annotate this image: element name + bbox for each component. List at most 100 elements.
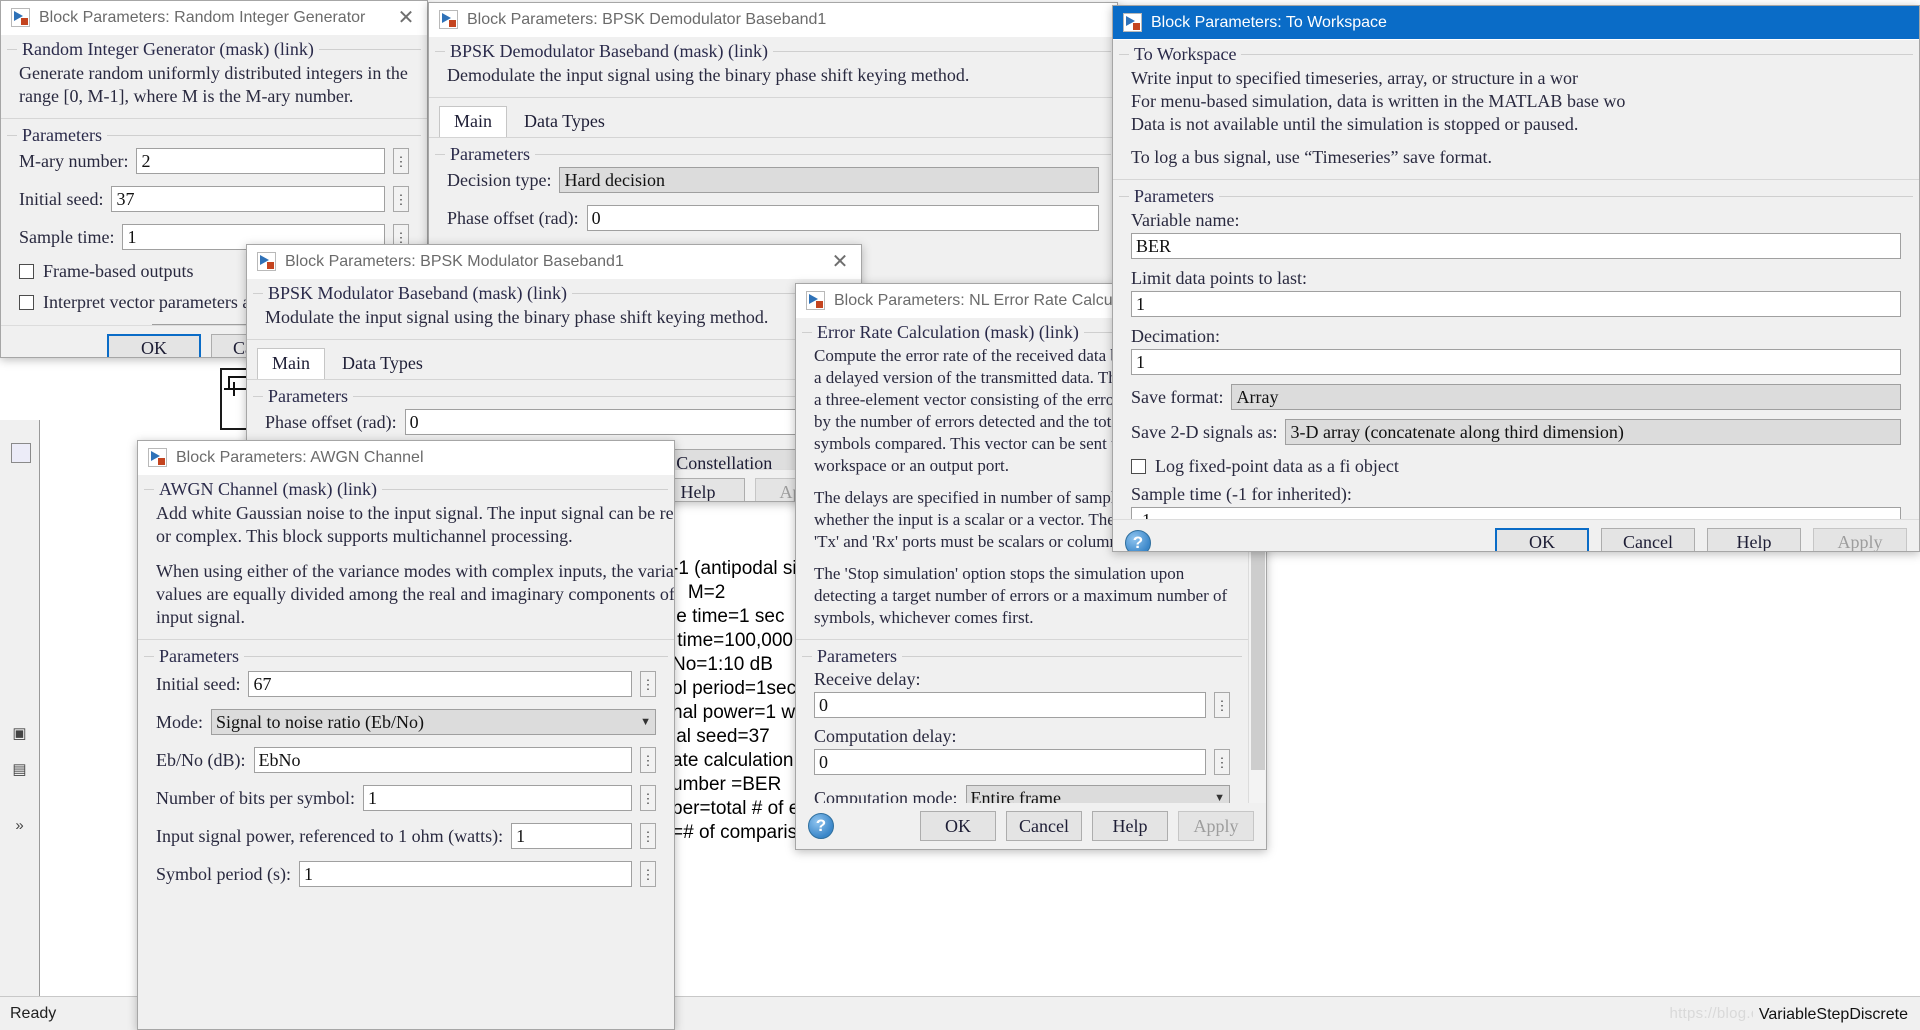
dialog-title: Block Parameters: To Workspace — [1151, 14, 1913, 32]
field-symbol-period[interactable]: Symbol period (s): 1 ⋮ — [144, 855, 668, 893]
phase-offset-input[interactable]: 0 — [587, 205, 1099, 231]
initial-seed-stepper[interactable]: ⋮ — [393, 186, 409, 212]
field-m-ary-number[interactable]: M-ary number: 2 ⋮ — [7, 146, 421, 180]
field-initial-seed[interactable]: Initial seed: 67 ⋮ — [144, 667, 668, 703]
mask-description: Demodulate the input signal using the bi… — [435, 62, 1111, 95]
titlebar-awgn[interactable]: Block Parameters: AWGN Channel — [138, 441, 674, 475]
checkbox-box[interactable] — [19, 295, 34, 310]
field-label: Initial seed: — [156, 674, 240, 695]
mask-group-title: Random Integer Generator (mask) (link) — [17, 39, 319, 60]
bits-per-symbol-input[interactable]: 1 — [363, 785, 632, 811]
simulink-block-icon — [806, 291, 825, 310]
titlebar-to-workspace[interactable]: Block Parameters: To Workspace — [1113, 6, 1919, 40]
tab-main[interactable]: Main — [257, 348, 325, 379]
checkbox-log-fixed-point[interactable]: Log fixed-point data as a fi object — [1119, 451, 1913, 482]
tab-data-types[interactable]: Data Types — [327, 348, 438, 379]
parameters-group: Parameters Variable name: BER Limit data… — [1119, 196, 1913, 539]
ok-button[interactable]: OK — [1495, 528, 1589, 553]
checkbox-label: Log fixed-point data as a fi object — [1155, 456, 1399, 477]
computation-delay-input[interactable]: 0 — [814, 749, 1206, 775]
limit-data-points-input[interactable]: 1 — [1131, 291, 1901, 317]
expand-panel-icon[interactable]: » — [7, 812, 33, 838]
mask-group: BPSK Modulator Baseband (mask) (link) Mo… — [253, 293, 855, 337]
decision-type-value: Hard decision — [564, 170, 664, 191]
save-snapshot-icon[interactable]: ▤ — [7, 756, 33, 782]
field-decimation[interactable]: 1 — [1119, 347, 1913, 381]
help-button[interactable]: Help — [1092, 811, 1168, 841]
titlebar-bpsk-mod[interactable]: Block Parameters: BPSK Modulator Baseban… — [247, 245, 861, 279]
help-icon[interactable]: ? — [808, 813, 834, 839]
symbol-period-stepper[interactable]: ⋮ — [640, 861, 656, 887]
receive-delay-stepper[interactable]: ⋮ — [1214, 692, 1230, 718]
field-initial-seed[interactable]: Initial seed: 37 ⋮ — [7, 180, 421, 218]
titlebar-bpsk-demod[interactable]: Block Parameters: BPSK Demodulator Baseb… — [429, 3, 1117, 37]
field-computation-delay[interactable]: 0 ⋮ — [802, 747, 1242, 781]
close-icon[interactable]: ✕ — [391, 4, 421, 32]
field-label: Sample time (-1 for inherited): — [1131, 484, 1352, 505]
checkbox-box[interactable] — [19, 264, 34, 279]
parameters-group-title: Parameters — [1129, 186, 1219, 207]
dialog-awgn-channel[interactable]: Block Parameters: AWGN Channel AWGN Chan… — [137, 440, 675, 1030]
ebno-input[interactable]: EbNo — [254, 747, 633, 773]
tab-strip[interactable]: Main Data Types — [247, 342, 861, 380]
decision-type-select[interactable]: Hard decision — [559, 167, 1099, 193]
field-limit-data-points[interactable]: 1 — [1119, 289, 1913, 323]
tab-data-types[interactable]: Data Types — [509, 106, 620, 137]
field-mode[interactable]: Mode: Signal to noise ratio (Eb/No) ▼ — [144, 703, 668, 741]
mode-select[interactable]: Signal to noise ratio (Eb/No) ▼ — [211, 709, 656, 735]
apply-button: Apply — [1178, 811, 1254, 841]
tab-main[interactable]: Main — [439, 106, 507, 137]
input-signal-power-stepper[interactable]: ⋮ — [640, 823, 656, 849]
field-decision-type[interactable]: Decision type: Hard decision — [435, 165, 1111, 199]
field-variable-name[interactable]: BER — [1119, 231, 1913, 265]
field-phase-offset[interactable]: Phase offset (rad): 0 — [253, 407, 855, 441]
titlebar-random-integer[interactable]: Block Parameters: Random Integer Generat… — [1, 1, 427, 35]
help-icon[interactable]: ? — [1125, 530, 1151, 553]
status-text: Ready — [0, 1005, 56, 1023]
camera-icon[interactable]: ▣ — [7, 720, 33, 746]
ok-button[interactable]: OK — [920, 811, 996, 841]
mask-group-title: To Workspace — [1129, 44, 1241, 65]
field-receive-delay[interactable]: 0 ⋮ — [802, 690, 1242, 724]
field-save-2d-signals[interactable]: Save 2-D signals as: 3-D array (concaten… — [1119, 416, 1913, 451]
field-input-signal-power[interactable]: Input signal power, referenced to 1 ohm … — [144, 817, 668, 855]
save-format-select[interactable]: Array — [1231, 384, 1901, 410]
field-phase-offset[interactable]: Phase offset (rad): 0 — [435, 199, 1111, 237]
variable-name-input[interactable]: BER — [1131, 233, 1901, 259]
tab-strip[interactable]: Main Data Types — [429, 100, 1117, 138]
parameters-group: Parameters Initial seed: 67 ⋮ Mode: Sign… — [144, 656, 668, 893]
close-icon[interactable]: ✕ — [825, 248, 855, 276]
input-signal-power-input[interactable]: 1 — [511, 823, 632, 849]
save-2d-signals-select[interactable]: 3-D array (concatenate along third dimen… — [1285, 419, 1901, 445]
m-ary-number-input[interactable]: 2 — [136, 148, 385, 174]
checkbox-box[interactable] — [1131, 459, 1146, 474]
dialog-title: Block Parameters: Random Integer Generat… — [39, 9, 391, 27]
initial-seed-stepper[interactable]: ⋮ — [640, 671, 656, 697]
phase-offset-input[interactable]: 0 — [405, 409, 843, 435]
symbol-period-input[interactable]: 1 — [299, 861, 632, 887]
field-bits-per-symbol[interactable]: Number of bits per symbol: 1 ⋮ — [144, 779, 668, 817]
help-button[interactable]: Help — [1707, 528, 1801, 553]
chevron-down-icon: ▼ — [640, 716, 651, 728]
computation-delay-stepper[interactable]: ⋮ — [1214, 749, 1230, 775]
m-ary-number-stepper[interactable]: ⋮ — [393, 148, 409, 174]
initial-seed-input[interactable]: 37 — [111, 186, 385, 212]
button-bar-nl-error-rate: ? OK Cancel Help Apply — [796, 803, 1266, 849]
cancel-button[interactable]: Cancel — [1006, 811, 1082, 841]
dialog-to-workspace[interactable]: Block Parameters: To Workspace To Worksp… — [1112, 5, 1920, 552]
label-computation-delay: Computation delay: — [802, 724, 1242, 747]
ebno-stepper[interactable]: ⋮ — [640, 747, 656, 773]
save-2d-signals-value: 3-D array (concatenate along third dimen… — [1290, 422, 1623, 443]
field-ebno[interactable]: Eb/No (dB): EbNo ⋮ — [144, 741, 668, 779]
cancel-button[interactable]: Cancel — [1601, 528, 1695, 553]
simulink-left-toolbar[interactable]: ▣ ▤ » — [0, 420, 40, 996]
initial-seed-input[interactable]: 67 — [248, 671, 632, 697]
field-save-format[interactable]: Save format: Array — [1119, 381, 1913, 416]
label-sample-time: Sample time (-1 for inherited): — [1119, 482, 1913, 505]
receive-delay-input[interactable]: 0 — [814, 692, 1206, 718]
ok-button[interactable]: OK — [107, 334, 201, 359]
bits-per-symbol-stepper[interactable]: ⋮ — [640, 785, 656, 811]
field-label: Sample time: — [19, 227, 114, 248]
decimation-input[interactable]: 1 — [1131, 349, 1901, 375]
canvas-select-handle[interactable] — [11, 443, 31, 463]
